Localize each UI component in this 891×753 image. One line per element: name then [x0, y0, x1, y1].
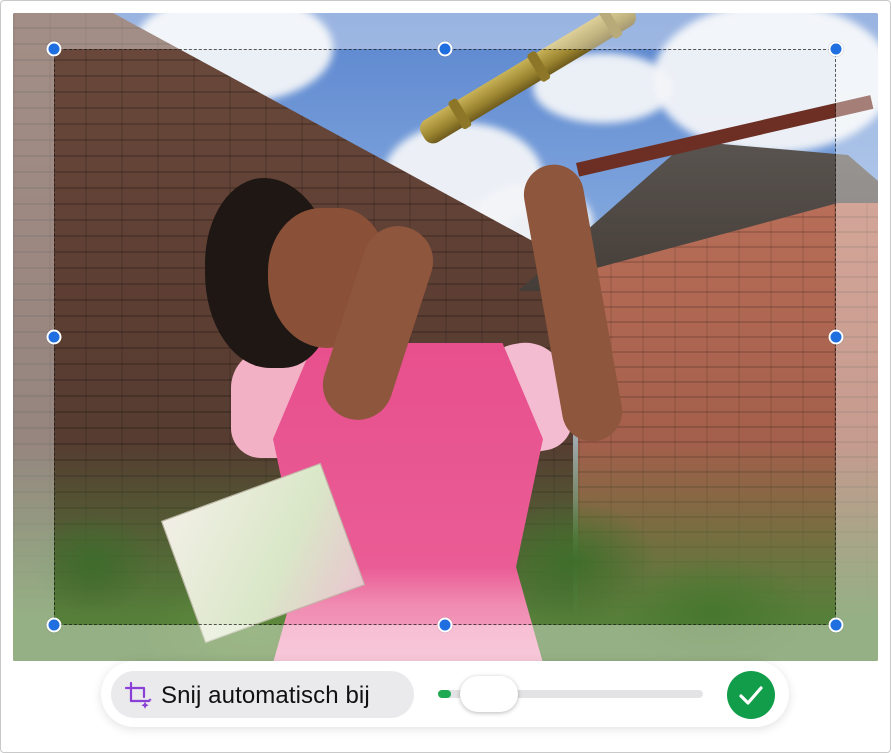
auto-crop-label: Snij automatisch bij	[161, 682, 370, 709]
slider-thumb[interactable]	[460, 676, 519, 712]
crop-sparkle-icon	[124, 681, 152, 709]
crop-toolbar: Snij automatisch bij	[101, 661, 789, 727]
auto-crop-button[interactable]: Snij automatisch bij	[111, 671, 414, 718]
slider-fill	[438, 690, 452, 698]
checkmark-icon	[739, 686, 763, 705]
crop-rectangle[interactable]	[54, 49, 836, 625]
confirm-button[interactable]	[727, 671, 775, 719]
crop-editor-window: Snij automatisch bij	[0, 0, 891, 753]
crop-handle-bottom-center[interactable]	[437, 617, 453, 633]
crop-handle-top-center[interactable]	[437, 41, 453, 57]
photo-canvas[interactable]	[13, 13, 878, 661]
crop-handle-middle-left[interactable]	[46, 329, 62, 345]
crop-handle-bottom-left[interactable]	[46, 617, 62, 633]
crop-handle-middle-right[interactable]	[828, 329, 844, 345]
crop-handle-bottom-right[interactable]	[828, 617, 844, 633]
crop-handle-top-left[interactable]	[46, 41, 62, 57]
crop-handle-top-right[interactable]	[828, 41, 844, 57]
